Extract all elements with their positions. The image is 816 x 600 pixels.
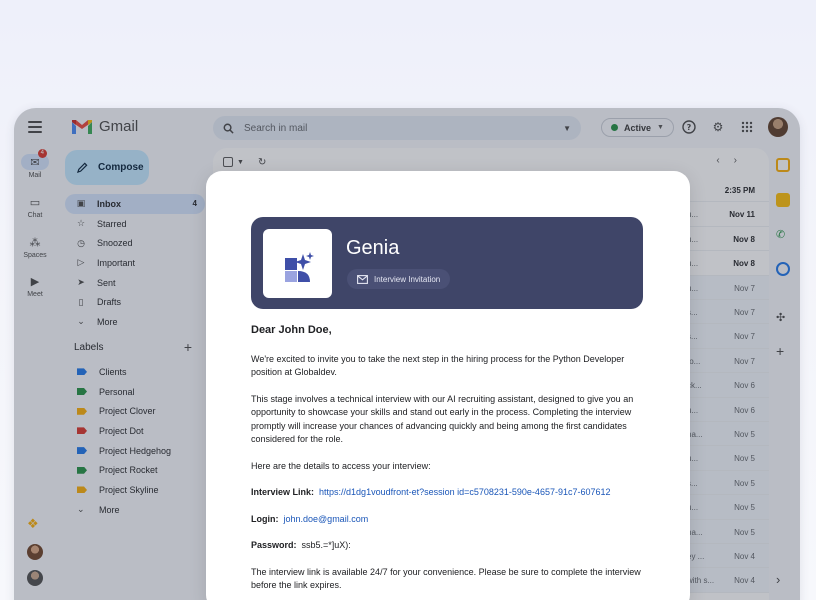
genia-logo — [263, 229, 332, 298]
genia-logo-icon — [285, 252, 314, 282]
password-line: Password: ssb5.=*]uX): — [251, 539, 651, 553]
password-value: ssb5.=*]uX): — [301, 540, 351, 550]
login-line: Login: john.doe@gmail.com — [251, 513, 651, 527]
password-label: Password: — [251, 540, 297, 550]
paragraph-availability: The interview link is available 24/7 for… — [251, 566, 641, 591]
paragraph-intro: We're excited to invite you to take the … — [251, 353, 625, 378]
email-body: Dear John Doe, We're excited to invite y… — [251, 324, 651, 600]
link-label: Interview Link: — [251, 487, 315, 497]
envelope-icon — [357, 274, 368, 284]
email-preview-card: Genia Interview Invitation Dear John Doe… — [206, 171, 690, 600]
paragraph-access: Here are the details to access your inte… — [251, 460, 431, 471]
brand-name: Genia — [346, 237, 400, 259]
paragraph-details: This stage involves a technical intervie… — [251, 393, 634, 445]
email-type-tag: Interview Invitation — [347, 269, 451, 289]
login-label: Login: — [251, 513, 279, 524]
email-type-label: Interview Invitation — [374, 274, 441, 284]
interview-link[interactable]: https://d1dg1voudfront-et?session id=c57… — [319, 487, 610, 497]
greeting: Dear John Doe, — [251, 324, 332, 336]
email-banner: Genia Interview Invitation — [251, 217, 643, 309]
interview-link-line: Interview Link: https://d1dg1voudfront-e… — [251, 486, 651, 500]
login-email-link[interactable]: john.doe@gmail.com — [284, 514, 369, 524]
